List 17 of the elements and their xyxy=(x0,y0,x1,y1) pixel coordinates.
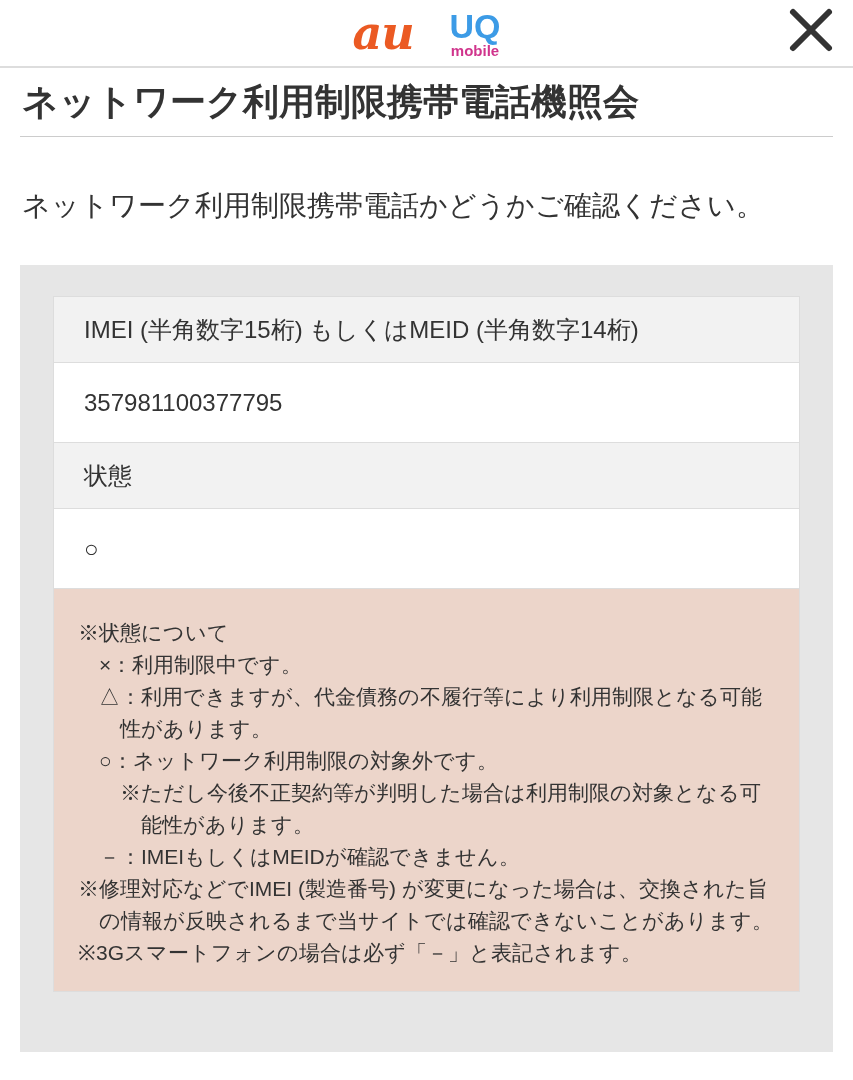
note-text: ※3Gスマートフォンの場合は必ず「－」と表記されます。 xyxy=(78,940,643,966)
field-label: 状態 xyxy=(54,443,799,509)
au-logo: au xyxy=(352,10,414,56)
field-value: 357981100377795 xyxy=(54,363,799,443)
field-value: ○ xyxy=(54,509,799,589)
note-text: ※状態について xyxy=(78,620,230,646)
page-title: ネットワーク利用制限携帯電話機照会 xyxy=(20,68,833,137)
note-text: －：IMEIもしくはMEIDが確認できません。 xyxy=(99,844,521,870)
note-text: △：利用できますが、代金債務の不履行等により利用制限となる可能性があります。 xyxy=(99,684,763,742)
close-icon xyxy=(788,7,834,53)
field-label: IMEI (半角数字15桁) もしくはMEID (半角数字14桁) xyxy=(54,297,799,363)
note-text: ※修理対応などでIMEI (製造番号) が変更になった場合は、交換された旨の情報が反映されるまで当サイトでは確認できないことがあります。 xyxy=(78,876,774,934)
note-text: ○：ネットワーク利用制限の対象外です。 xyxy=(99,748,499,774)
note-text: ×：利用制限中です。 xyxy=(99,652,304,678)
uq-mobile-logo: UQ mobile xyxy=(449,8,501,58)
lead-text: ネットワーク利用制限携帯電話かどうかご確認ください。 xyxy=(21,189,765,223)
note-text: ※ただし今後不正契約等が判明した場合は利用制限の対象となる可能性があります。 xyxy=(120,780,762,838)
